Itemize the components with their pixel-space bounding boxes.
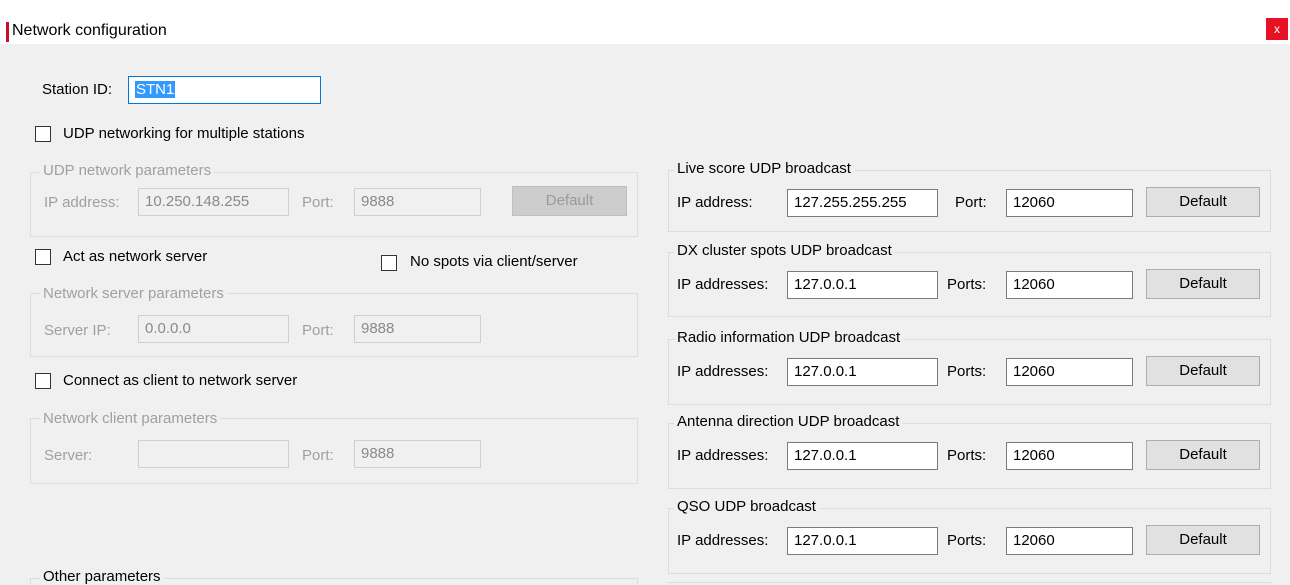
dx-cluster-default-button[interactable]: Default xyxy=(1146,269,1260,299)
client-port-input[interactable]: 9888 xyxy=(354,440,481,468)
udp-networking-label: UDP networking for multiple stations xyxy=(63,125,305,142)
qso-ip-label: IP addresses: xyxy=(677,532,769,549)
server-ip-input[interactable]: 0.0.0.0 xyxy=(138,315,289,343)
client-params-group xyxy=(30,418,638,484)
udp-networking-checkbox[interactable] xyxy=(35,126,51,142)
dx-cluster-ip-label: IP addresses: xyxy=(677,276,769,293)
udp-params-legend: UDP network parameters xyxy=(40,162,215,179)
live-score-default-button[interactable]: Default xyxy=(1146,187,1260,217)
no-spots-label: No spots via client/server xyxy=(410,253,578,270)
client-server-input[interactable] xyxy=(138,440,289,468)
station-id-value: STN1 xyxy=(135,81,176,98)
client-server-label: Server: xyxy=(44,447,93,464)
dx-cluster-title: DX cluster spots UDP broadcast xyxy=(674,242,895,259)
live-score-port-input[interactable]: 12060 xyxy=(1006,189,1133,217)
act-as-server-label: Act as network server xyxy=(63,248,208,265)
antenna-direction-port-label: Ports: xyxy=(947,447,987,464)
connect-client-checkbox[interactable] xyxy=(35,373,51,389)
antenna-direction-port-input[interactable]: 12060 xyxy=(1006,442,1133,470)
qso-ip-input[interactable]: 127.0.0.1 xyxy=(787,527,938,555)
window-title: Network configuration xyxy=(12,22,167,39)
client-params-legend: Network client parameters xyxy=(40,410,221,427)
server-params-legend: Network server parameters xyxy=(40,285,227,302)
client-port-label: Port: xyxy=(302,447,334,464)
station-id-label: Station ID: xyxy=(42,81,113,98)
udp-port-input[interactable]: 9888 xyxy=(354,188,481,216)
act-as-server-checkbox[interactable] xyxy=(35,249,51,265)
qso-title: QSO UDP broadcast xyxy=(674,498,819,515)
udp-port-label: Port: xyxy=(302,194,334,211)
station-id-input[interactable]: STN1 xyxy=(128,76,321,104)
radio-info-default-button[interactable]: Default xyxy=(1146,356,1260,386)
qso-default-button[interactable]: Default xyxy=(1146,525,1260,555)
antenna-direction-title: Antenna direction UDP broadcast xyxy=(674,413,903,430)
antenna-direction-ip-label: IP addresses: xyxy=(677,447,769,464)
live-score-title: Live score UDP broadcast xyxy=(674,160,854,177)
other-params-legend: Other parameters xyxy=(40,568,164,585)
live-score-ip-label: IP address: xyxy=(677,194,753,211)
radio-info-port-label: Ports: xyxy=(947,363,987,380)
server-port-label: Port: xyxy=(302,322,334,339)
radio-info-ip-input[interactable]: 127.0.0.1 xyxy=(787,358,938,386)
live-score-port-label: Port: xyxy=(955,194,987,211)
title-accent-bar xyxy=(6,22,9,42)
udp-default-button[interactable]: Default xyxy=(512,186,627,216)
dx-cluster-port-label: Ports: xyxy=(947,276,987,293)
radio-info-title: Radio information UDP broadcast xyxy=(674,329,904,346)
live-score-ip-input[interactable]: 127.255.255.255 xyxy=(787,189,938,217)
dx-cluster-port-input[interactable]: 12060 xyxy=(1006,271,1133,299)
connect-client-label: Connect as client to network server xyxy=(63,372,298,389)
server-ip-label: Server IP: xyxy=(44,322,111,339)
antenna-direction-default-button[interactable]: Default xyxy=(1146,440,1260,470)
dx-cluster-ip-input[interactable]: 127.0.0.1 xyxy=(787,271,938,299)
title-bar xyxy=(0,0,1290,44)
udp-ip-label: IP address: xyxy=(44,194,120,211)
server-params-group xyxy=(30,293,638,357)
radio-info-port-input[interactable]: 12060 xyxy=(1006,358,1133,386)
close-button[interactable]: x xyxy=(1266,18,1288,40)
server-port-input[interactable]: 9888 xyxy=(354,315,481,343)
no-spots-checkbox[interactable] xyxy=(381,255,397,271)
close-icon: x xyxy=(1274,22,1280,36)
qso-port-label: Ports: xyxy=(947,532,987,549)
udp-ip-input[interactable]: 10.250.148.255 xyxy=(138,188,289,216)
qso-port-input[interactable]: 12060 xyxy=(1006,527,1133,555)
radio-info-ip-label: IP addresses: xyxy=(677,363,769,380)
antenna-direction-ip-input[interactable]: 127.0.0.1 xyxy=(787,442,938,470)
